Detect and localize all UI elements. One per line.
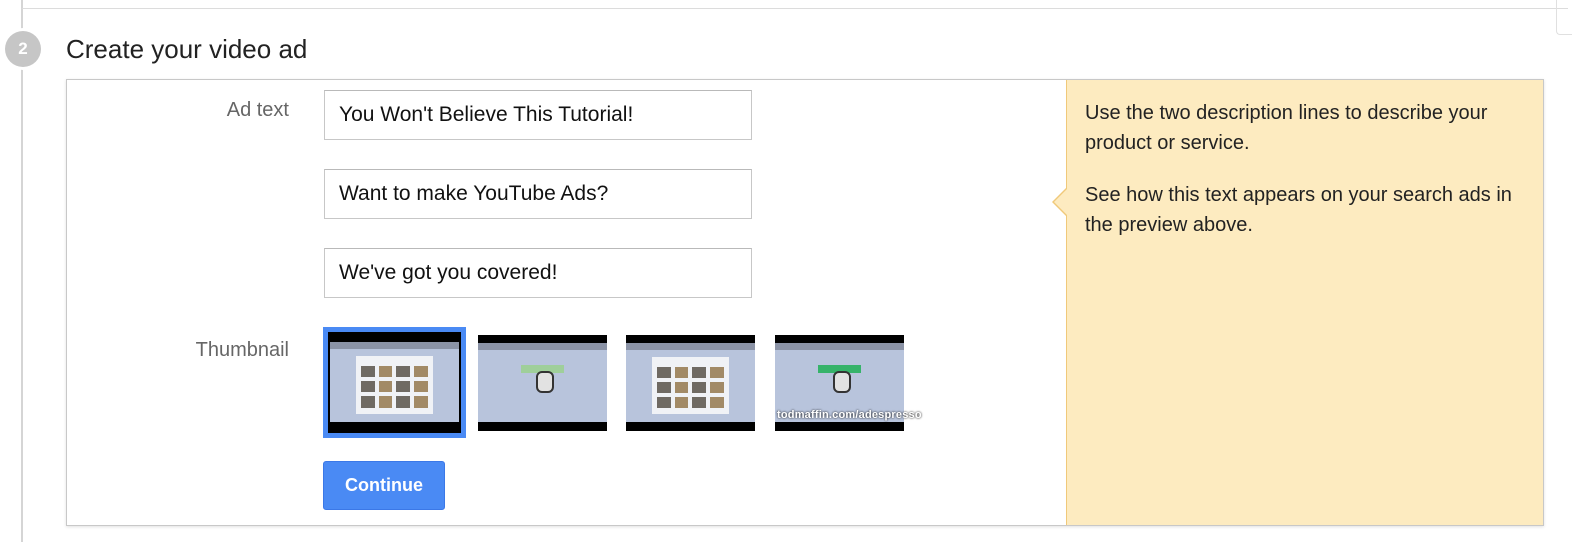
create-video-ad-panel: Ad text Thumbnail [66,79,1544,526]
previous-step-box [21,0,1568,9]
thumbnail-4[interactable]: todmaffin.com/adespresso [775,335,922,431]
ad-form: Ad text Thumbnail [67,80,1066,525]
thumbnail-1-image [330,342,459,422]
help-panel: Use the two description lines to describ… [1052,80,1543,525]
description-line-2-input[interactable] [324,248,752,298]
thumbnail-2-image [478,343,607,422]
step-title: Create your video ad [66,34,308,64]
thumbnail-3[interactable] [626,335,755,431]
help-text-1: Use the two description lines to describ… [1085,102,1488,154]
headline-input[interactable] [324,90,752,140]
continue-button[interactable]: Continue [323,461,445,510]
ad-text-label: Ad text [226,99,289,121]
thumbnail-label: Thumbnail [195,339,289,361]
step-number-badge: 2 [5,31,41,67]
help-text-2: See how this text appears on your search… [1085,184,1512,236]
previous-step-edge [1556,0,1572,35]
step-rail [21,0,23,542]
thumbnail-3-image [626,343,755,422]
thumbnail-4-image: todmaffin.com/adespresso [775,343,922,422]
thumbnail-1[interactable] [323,327,466,438]
thumbnail-2[interactable] [478,335,607,431]
help-pointer [1052,187,1068,217]
description-line-1-input[interactable] [324,169,752,219]
thumbnail-watermark: todmaffin.com/adespresso [777,409,922,421]
